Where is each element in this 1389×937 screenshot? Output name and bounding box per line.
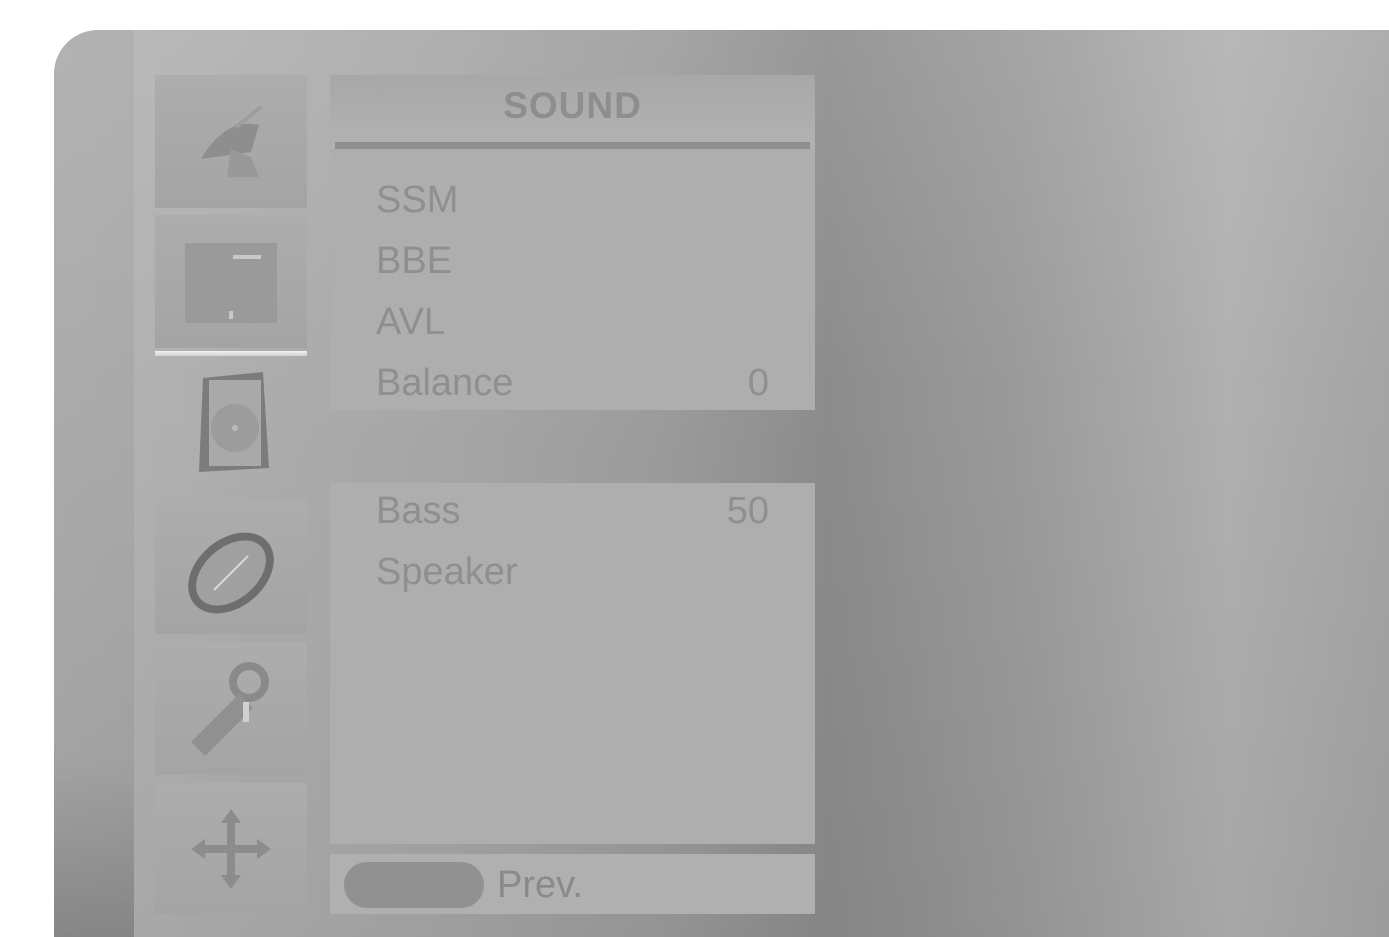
menu-item-label: AVL [376, 301, 446, 343]
menu-item-value: 50 [726, 490, 769, 532]
active-indicator [155, 351, 307, 356]
satellite-dish-icon [181, 97, 281, 187]
sidebar-item-screen[interactable] [155, 783, 307, 914]
tv-osd-screen: SOUND SSM BBE AVL Balance 0 Bass 50 Spea… [54, 30, 1389, 937]
menu-item-speaker[interactable]: Speaker [376, 547, 769, 597]
sidebar-item-time[interactable] [155, 501, 307, 634]
menu-item-label: BBE [376, 240, 453, 282]
sidebar-item-special[interactable] [155, 642, 307, 775]
menu-item-label: Bass [376, 490, 461, 532]
menu-panel-upper: SSM BBE AVL Balance 0 [330, 149, 815, 410]
menu-item-balance[interactable]: Balance 0 [376, 358, 769, 408]
header-divider [335, 142, 810, 149]
menu-footer: Prev. [330, 854, 815, 914]
sidebar-item-station[interactable] [155, 75, 307, 208]
sidebar-item-picture[interactable] [155, 215, 307, 348]
menu-item-label: SSM [376, 179, 459, 221]
menu-item-bbe[interactable]: BBE [376, 236, 769, 286]
screen-move-icon [181, 799, 281, 899]
prev-button[interactable] [344, 862, 484, 908]
menu-item-ssm[interactable]: SSM [376, 175, 769, 225]
prev-label: Prev. [497, 864, 583, 906]
menu-item-label: Balance [376, 362, 514, 404]
menu-header: SOUND [330, 75, 815, 149]
menu-item-bass[interactable]: Bass 50 [376, 486, 769, 536]
speaker-icon [181, 370, 281, 480]
sidebar-item-sound[interactable] [155, 360, 307, 490]
menu-title: SOUND [503, 85, 642, 126]
picture-icon [181, 237, 281, 327]
menu-item-value: 0 [747, 362, 769, 404]
time-icon [176, 518, 286, 618]
menu-panel-lower: Bass 50 Speaker [330, 483, 815, 844]
special-key-icon [181, 654, 281, 764]
menu-item-avl[interactable]: AVL [376, 297, 769, 347]
menu-item-label: Speaker [376, 551, 518, 593]
